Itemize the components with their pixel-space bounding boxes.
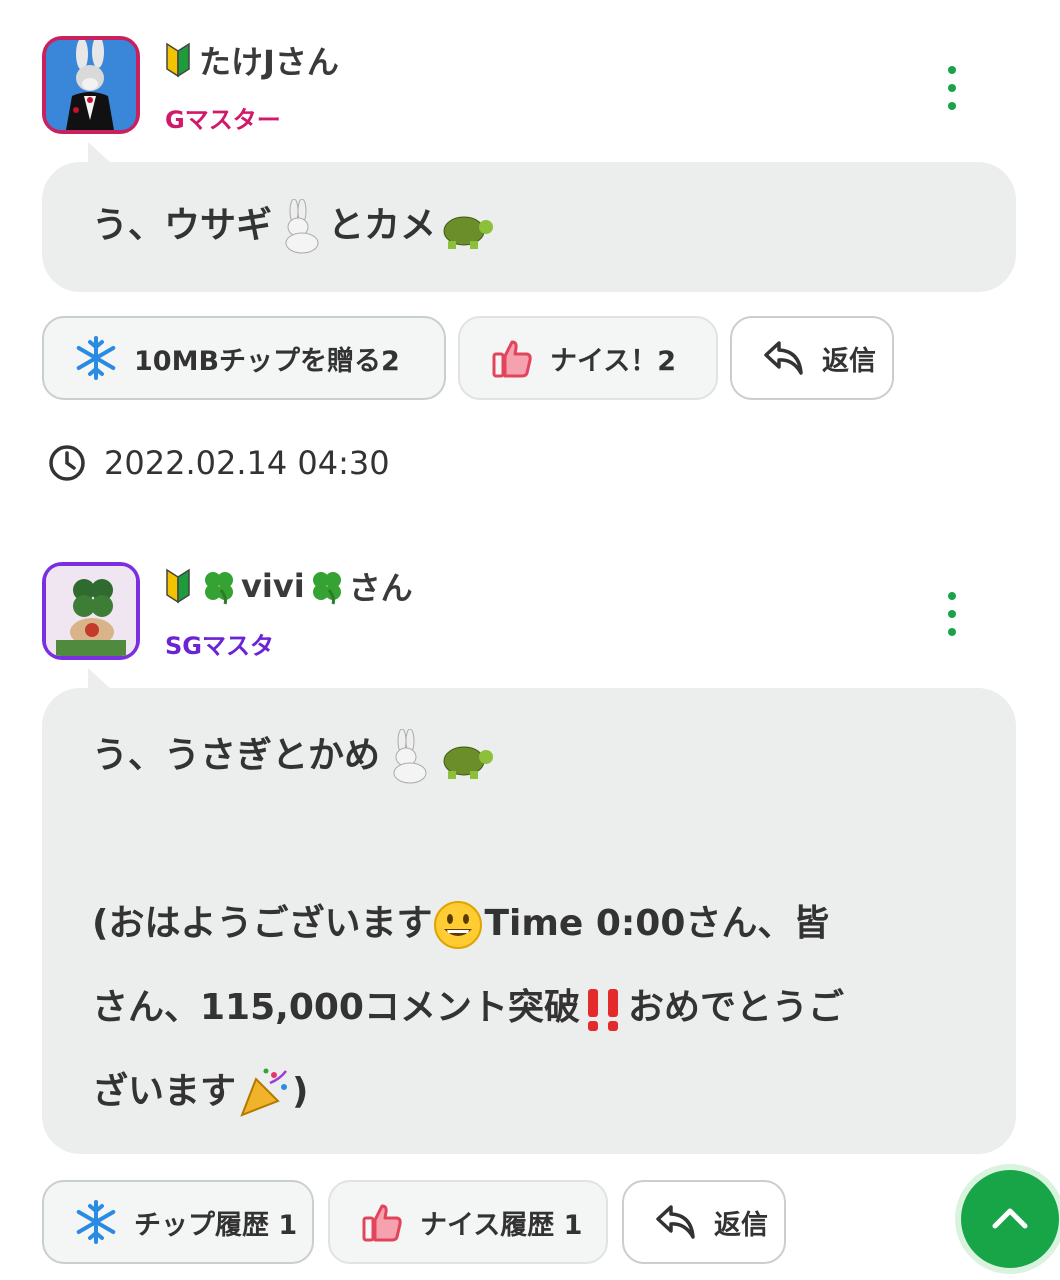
message-line-3: さん、115,000コメント突破 おめでとうご (92, 966, 966, 1050)
beginner-mark-icon (166, 568, 190, 604)
message-blank-line: ​ (92, 798, 966, 882)
message-line-1: う、うさぎとかめ (92, 714, 966, 798)
message-line-4: ざいます) (92, 1050, 966, 1134)
grinning-face-emoji-icon (434, 901, 483, 949)
four-leaf-clover-icon (205, 572, 233, 605)
user-name-suffix: さん (348, 569, 413, 607)
thumbs-up-icon (358, 1198, 406, 1246)
four-leaf-clover-icon (312, 572, 341, 605)
message-line-2: (おはようございます Time 0:00さん、皆 (92, 882, 966, 966)
clover-avatar-image (46, 566, 136, 656)
more-options-button[interactable] (938, 592, 966, 636)
bubble-tail (88, 668, 112, 690)
reply-button[interactable]: 返信 (622, 1180, 786, 1264)
scroll-to-top-button[interactable] (955, 1164, 1060, 1274)
party-popper-emoji-icon (240, 1068, 288, 1117)
reply-arrow-icon (652, 1198, 700, 1246)
user-name-core: vivi (241, 567, 305, 605)
double-exclamation-icon (587, 989, 618, 1031)
user-name-row[interactable]: vivi さん (165, 564, 413, 608)
reply-label: 返信 (714, 1209, 768, 1241)
tip-history-button[interactable]: チップ履歴 1 (42, 1180, 314, 1264)
message-bubble: う、うさぎとかめ ​ (おはようございますTime 0:00さん、皆 さん、11… (42, 688, 1016, 1154)
user-rank: SGマスタ (165, 632, 274, 660)
chevron-up-icon (992, 1208, 1028, 1229)
nice-history-button[interactable]: ナイス履歴 1 (328, 1180, 608, 1264)
turtle-emoji-icon (443, 746, 494, 779)
snowflake-icon (72, 1198, 120, 1246)
rabbit-emoji-icon (393, 729, 427, 784)
user-avatar[interactable] (42, 562, 140, 660)
tip-history-label: チップ履歴 1 (134, 1209, 298, 1241)
more-vertical-icon (948, 592, 956, 600)
comment-post-2: vivi さん SGマスタ う、うさぎとかめ ​ (おはようございますTime … (0, 0, 1060, 1280)
nice-history-label: ナイス履歴 1 (420, 1209, 583, 1241)
